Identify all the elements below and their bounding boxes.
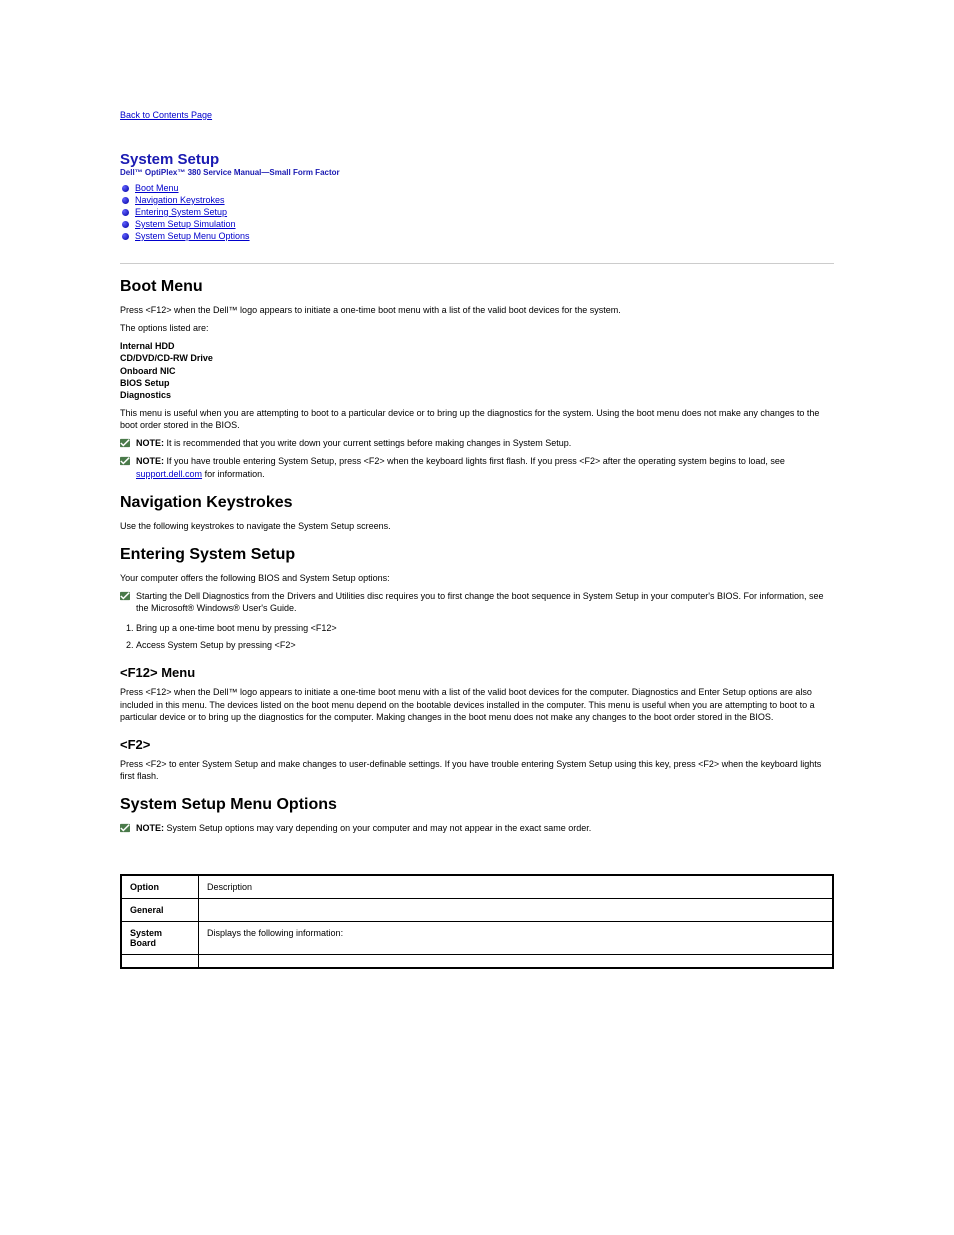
bullet-icon [122,197,129,204]
table-row: General [121,899,833,922]
table-cell [199,899,834,922]
table-row: Option Description [121,875,833,899]
section-heading-boot-menu: Boot Menu [120,278,834,296]
note-body-a: If you have trouble entering System Setu… [167,456,785,466]
toc-item: System Setup Menu Options [122,231,834,241]
note-icon [120,456,130,466]
body-text: Press <F12> when the Dell™ logo appears … [120,304,834,316]
list-item: Bring up a one-time boot menu by pressin… [136,622,834,635]
toc-item: Navigation Keystrokes [122,195,834,205]
page-title: System Setup Dell™ OptiPlex™ 380 Service… [120,151,834,177]
note-text: NOTE: If you have trouble entering Syste… [136,455,834,479]
note-label: NOTE: [136,438,164,448]
note-icon [120,591,130,601]
table-cell: General [121,899,199,922]
section-heading-enter-setup: Entering System Setup [120,546,834,564]
note-icon [120,438,130,448]
table-header-description: Description [199,875,834,899]
note-text: NOTE: System Setup options may vary depe… [136,822,591,834]
note-body: System Setup options may vary depending … [167,823,592,833]
title-line1: System Setup [120,151,219,168]
note-icon [120,823,130,833]
toc-link-menu-options[interactable]: System Setup Menu Options [135,231,250,241]
divider [120,263,834,264]
note-block: NOTE: If you have trouble entering Syste… [120,455,834,479]
title-line2: Dell™ OptiPlex™ 380 Service Manual—Small… [120,168,834,177]
toc-item: Entering System Setup [122,207,834,217]
body-text: Press <F2> to enter System Setup and mak… [120,758,834,782]
toc-link-nav-keystrokes[interactable]: Navigation Keystrokes [135,195,225,205]
body-text: Press <F12> when the Dell™ logo appears … [120,686,834,722]
bullet-icon [122,221,129,228]
body-text: Use the following keystrokes to navigate… [120,520,834,532]
support-link[interactable]: support.dell.com [136,469,202,479]
section-heading-menu-options: System Setup Menu Options [120,796,834,814]
body-text: The options listed are: [120,322,834,334]
section-heading-nav-keys: Navigation Keystrokes [120,494,834,512]
note-text: Starting the Dell Diagnostics from the D… [136,590,834,614]
table-header-option: Option [121,875,199,899]
table-cell: System Board [121,922,199,955]
bullet-icon [122,185,129,192]
toc-item: System Setup Simulation [122,219,834,229]
note-label: NOTE: [136,456,164,466]
toc-item: Boot Menu [122,183,834,193]
toc-link-boot-menu[interactable]: Boot Menu [135,183,179,193]
table-row: System Board Displays the following info… [121,922,833,955]
note-label: NOTE: [136,823,164,833]
note-body-b: for information. [205,469,265,479]
back-to-contents-link[interactable]: Back to Contents Page [120,110,212,120]
subsection-f2: <F2> [120,737,834,752]
toc-list: Boot Menu Navigation Keystrokes Entering… [122,183,834,241]
windows-note: Starting the Dell Diagnostics from the D… [136,591,824,613]
body-text: Your computer offers the following BIOS … [120,572,834,584]
toc-link-simulation[interactable]: System Setup Simulation [135,219,236,229]
toc-link-entering-setup[interactable]: Entering System Setup [135,207,227,217]
note-text: NOTE: It is recommended that you write d… [136,437,571,449]
list-item: Access System Setup by pressing <F2> [136,639,834,652]
note-block: NOTE: It is recommended that you write d… [120,437,834,449]
bullet-icon [122,209,129,216]
setup-bullets: Bring up a one-time boot menu by pressin… [120,622,834,651]
boot-options-list: Internal HDD CD/DVD/CD-RW Drive Onboard … [120,340,834,401]
bullet-icon [122,233,129,240]
body-text: This menu is useful when you are attempt… [120,407,834,431]
table-row [121,955,833,969]
note-block: Starting the Dell Diagnostics from the D… [120,590,834,614]
table-cell: Displays the following information: [199,922,834,955]
note-body: It is recommended that you write down yo… [167,438,572,448]
note-block: NOTE: System Setup options may vary depe… [120,822,834,834]
table-cell [121,955,199,969]
table-cell [199,955,834,969]
options-table: Option Description General System Board … [120,874,834,969]
subsection-f12: <F12> Menu [120,665,834,680]
